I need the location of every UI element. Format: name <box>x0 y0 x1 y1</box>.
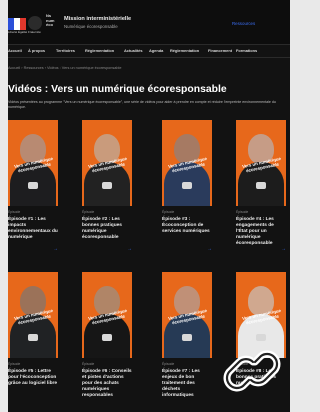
nav-item-training[interactable]: Formations <box>236 48 257 53</box>
resources-link[interactable]: Ressources <box>232 21 255 26</box>
arrow-right-icon[interactable]: → <box>53 246 58 252</box>
card-title[interactable]: Épisode #7 : Les enjeux de bon traitemen… <box>162 369 212 399</box>
video-thumbnail[interactable]: Vers un numérique écoresponsable <box>236 120 286 206</box>
card-title[interactable]: Épisode #5 : Lettre pour l'écoconception… <box>8 369 58 387</box>
card-title[interactable]: Épisode #3 : Écoconception de services n… <box>162 217 212 235</box>
arrow-right-icon[interactable]: → <box>207 246 212 252</box>
mission-subtitle: Numérique écoresponsable <box>64 24 118 29</box>
link-icon-graphic <box>223 350 281 392</box>
link-icon[interactable] <box>219 336 285 406</box>
episode-badge: Épisode <box>8 362 21 366</box>
mission-title[interactable]: Mission interministérielle <box>64 16 131 22</box>
breadcrumb[interactable]: Accueil › Ressources › Vidéos : Vers un … <box>8 66 121 70</box>
episode-badge: Épisode <box>162 210 175 214</box>
video-thumbnail[interactable]: Vers un numérique écoresponsable <box>162 120 212 206</box>
episode-badge: Épisode <box>82 210 95 214</box>
site-header: Liberté Égalité Fraternité Ns num éco Mi… <box>8 0 290 44</box>
video-thumbnail[interactable]: Vers un numérique écoresponsable <box>82 272 132 358</box>
brand-name[interactable]: Ns num éco <box>46 13 60 28</box>
episode-badge: Épisode <box>82 362 95 366</box>
emblem-icon <box>28 182 38 189</box>
arrow-right-icon[interactable]: → <box>281 246 286 252</box>
card-title[interactable]: Épisode #1 : Les impacts environnementau… <box>8 217 58 241</box>
nav-item-regulation[interactable]: Réglementation <box>85 48 114 53</box>
nav-item-home[interactable]: Accueil <box>8 48 22 53</box>
video-thumbnail[interactable]: Vers un numérique écoresponsable <box>8 272 58 358</box>
nav-item-funding[interactable]: Financement <box>208 48 232 53</box>
page-title: Vidéos : Vers un numérique écoresponsabl… <box>8 84 227 95</box>
episode-badge: Épisode <box>162 362 175 366</box>
republic-motto: Liberté Égalité Fraternité <box>8 30 41 34</box>
emblem-icon <box>182 182 192 189</box>
video-thumbnail[interactable]: Vers un numérique écoresponsable <box>162 272 212 358</box>
card-title[interactable]: Épisode #2 : Les bonnes pratiques numéri… <box>82 217 132 241</box>
logo-icon[interactable] <box>28 16 42 30</box>
nav-item-about[interactable]: À propos <box>28 48 45 53</box>
intro-text: Vidéos présentées au programme "Vers un … <box>8 100 276 109</box>
emblem-icon <box>102 182 112 189</box>
emblem-icon <box>256 182 266 189</box>
main-nav: Accueil À propos Territoires Réglementat… <box>8 44 290 58</box>
nav-item-regulation-2[interactable]: Réglementation <box>170 48 199 53</box>
episode-badge: Épisode <box>8 210 21 214</box>
nav-item-territories[interactable]: Territoires <box>56 48 75 53</box>
card-title[interactable]: Épisode #6 : Conseils et pistes d'action… <box>82 369 132 399</box>
episode-badge: Épisode <box>236 210 249 214</box>
video-thumbnail[interactable]: Vers un numérique écoresponsable <box>8 120 58 206</box>
republic-flag <box>8 18 26 30</box>
emblem-icon <box>102 334 112 341</box>
nav-item-agenda[interactable]: Agenda <box>149 48 163 53</box>
emblem-icon <box>182 334 192 341</box>
card-title[interactable]: Épisode #4 : Les engagements de l'État p… <box>236 217 286 247</box>
arrow-right-icon[interactable]: → <box>127 246 132 252</box>
video-thumbnail[interactable]: Vers un numérique écoresponsable <box>82 120 132 206</box>
emblem-icon <box>28 334 38 341</box>
nav-item-news[interactable]: Actualités <box>124 48 143 53</box>
